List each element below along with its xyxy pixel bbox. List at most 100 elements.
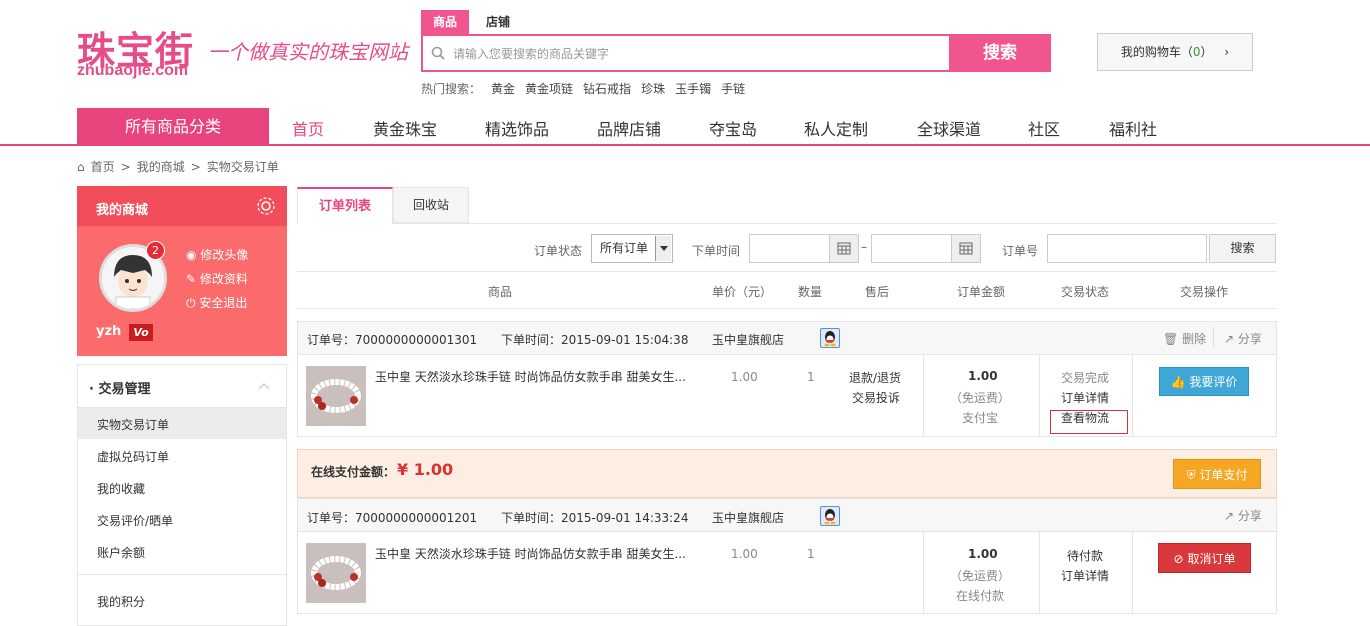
cell-divider [1132,355,1133,437]
delete-order-button[interactable]: 🗑 删除 [1163,330,1206,347]
menu-section-title[interactable]: · 交易管理 [89,378,150,397]
delete-label: 删除 [1182,332,1207,346]
cart-label-close: ） [1200,45,1213,59]
pay-amount: ¥ 1.00 [397,460,454,479]
pay-amount-label: 在线支付金额： [311,465,396,479]
sidebar-item-reviews[interactable]: 交易评价/晒单 [97,512,173,529]
payment-method: 在线付款 [956,589,1005,603]
calendar-icon[interactable] [829,235,858,262]
order-detail-link[interactable]: 订单详情 [1061,567,1109,584]
rate-order-button[interactable]: 👍 我要评价 [1159,367,1249,396]
product-thumbnail[interactable] [306,543,366,603]
nav-treasure-island[interactable]: 夺宝岛 [709,116,757,140]
search-button[interactable]: 搜索 [949,34,1051,72]
search-tab-shops[interactable]: 店铺 [474,10,522,34]
dropdown-arrow-icon [655,236,671,261]
col-trade-action: 交易操作 [1180,285,1229,299]
end-date-input[interactable] [871,234,981,263]
col-unit-price: 单价（元） [712,285,773,299]
header-divider [297,308,1277,309]
logout-link[interactable]: ⏻ 安全退出 [186,294,247,311]
hot-word[interactable]: 玉手镯 [675,82,711,96]
ban-icon: ⊘ [1173,552,1184,566]
time-filter-label: 下单时间 [692,244,741,258]
all-categories-button[interactable]: 所有商品分类 [77,108,269,145]
edit-avatar-link[interactable]: ◉ 修改头像 [186,246,248,263]
qq-chat-icon[interactable] [820,506,840,526]
filter-search-button[interactable]: 搜索 [1209,234,1276,263]
product-thumbnail[interactable] [306,366,366,426]
hot-word[interactable]: 黄金 [491,82,515,96]
col-quantity: 数量 [798,285,823,299]
shop-link[interactable]: 玉中皇旗舰店 [712,509,784,526]
cell-divider [1039,355,1040,437]
hot-word[interactable]: 手链 [721,82,745,96]
sidebar-item-balance[interactable]: 账户余额 [97,544,145,561]
hot-word[interactable]: 黄金项链 [525,82,573,96]
pay-order-button[interactable]: ⛨ 订单支付 [1173,459,1261,489]
col-after-sales: 售后 [865,285,890,299]
sidebar-item-favorites[interactable]: 我的收藏 [97,480,145,497]
action-divider [1213,327,1214,347]
shop-link[interactable]: 玉中皇旗舰店 [712,331,784,348]
complaint-link[interactable]: 交易投诉 [852,389,900,406]
cancel-order-label: 取消订单 [1187,552,1236,566]
chevron-up-icon[interactable] [258,382,270,390]
logout-label: 安全退出 [199,296,248,310]
chevron-right-icon: › [1224,45,1230,59]
start-date-input[interactable] [749,234,859,263]
edit-profile-link[interactable]: ✎ 修改资料 [186,270,248,287]
trade-status: 待付款 [1067,549,1104,563]
slogan: 一个做真实的珠宝网站 [208,40,408,64]
col-goods: 商品 [488,285,513,299]
trade-status: 交易完成 [1061,371,1110,385]
crumb-sep: > [120,160,131,174]
search-input[interactable]: 请输入您要搜索的商品关键字 [453,45,609,62]
gear-icon[interactable] [256,196,276,216]
highlight-box [1050,410,1128,434]
nav-accessories[interactable]: 精选饰品 [485,116,549,140]
shipping-note: （免运费） [950,569,1011,583]
tab-recycle-bin[interactable]: 回收站 [393,187,469,223]
nav-global[interactable]: 全球渠道 [917,116,981,140]
tab-order-list[interactable]: 订单列表 [297,187,393,224]
cancel-order-button[interactable]: ⊘ 取消订单 [1158,543,1251,573]
quantity: 1 [807,547,815,561]
nav-welfare[interactable]: 福利社 [1109,116,1157,140]
notification-badge: 2 [146,241,165,260]
crumb-home[interactable]: 首页 [91,160,115,174]
nav-brand-shops[interactable]: 品牌店铺 [597,116,661,140]
cell-divider [923,532,924,614]
nav-gold-jewelry[interactable]: 黄金珠宝 [373,116,437,140]
crumb-mall[interactable]: 我的商城 [137,160,185,174]
menu-divider [78,574,286,575]
cart-button[interactable]: 我的购物车（0） › [1097,33,1253,71]
nav-home[interactable]: 首页 [292,116,324,140]
sidebar-item-points[interactable]: 我的积分 [97,593,145,610]
refund-return-link[interactable]: 退款/退货 [849,369,901,386]
sidebar-item-virtual-orders[interactable]: 虚拟兑码订单 [97,448,169,465]
share-button[interactable]: ↗ 分享 [1224,330,1262,347]
nav-custom[interactable]: 私人定制 [804,116,868,140]
nav-community[interactable]: 社区 [1028,116,1060,140]
calendar-icon[interactable] [951,235,980,262]
order-detail-link[interactable]: 订单详情 [1061,389,1109,406]
sidebar-item-orders[interactable]: 实物交易订单 [97,416,169,433]
logo-domain[interactable]: zhubaojie.com [77,62,188,80]
search-tab-goods[interactable]: 商品 [421,10,470,34]
col-order-amount: 订单金额 [957,285,1006,299]
order-no-input[interactable] [1047,234,1207,263]
hot-word[interactable]: 钻石戒指 [583,82,631,96]
order-number: 订单号：7000000000001201 [307,511,478,525]
vip-badge: Vo [129,324,153,341]
hot-word[interactable]: 珍珠 [641,82,665,96]
share-button[interactable]: ↗ 分享 [1224,507,1262,524]
qq-chat-icon[interactable] [820,328,840,348]
status-filter-label: 订单状态 [534,244,583,258]
quantity: 1 [807,370,815,384]
header-divider [297,271,1277,272]
product-title-link[interactable]: 玉中皇 天然淡水珍珠手链 时尚饰品仿女款手串 甜美女生... [375,545,686,562]
unit-price: 1.00 [731,370,758,384]
product-title-link[interactable]: 玉中皇 天然淡水珍珠手链 时尚饰品仿女款手串 甜美女生... [375,368,686,385]
status-select[interactable]: 所有订单 [591,234,673,263]
